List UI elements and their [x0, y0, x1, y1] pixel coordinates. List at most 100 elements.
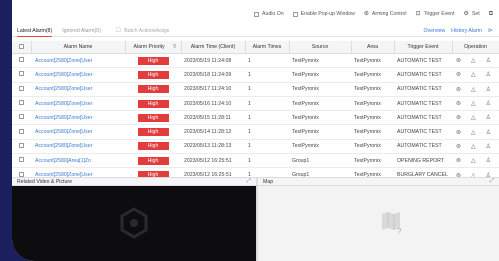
popup-toggle[interactable]: Enable Pop-up Window [292, 11, 355, 17]
popout-button[interactable]: ⧉ [489, 11, 493, 17]
priority-badge: High [137, 128, 169, 137]
overview-link[interactable]: Overview [424, 28, 446, 34]
source-cell: TestPyronix [289, 53, 351, 69]
row-checkbox[interactable] [19, 114, 24, 120]
alarm-name-link[interactable]: Account[2580]Zone[User [31, 139, 125, 155]
col-alarm-priority[interactable]: Alarm Priority ⊽ [125, 41, 182, 54]
set-button[interactable]: ⚙ Set [464, 11, 480, 17]
alarm-name-link[interactable]: Account[2580]Zone[User [31, 110, 125, 126]
handle-alarm-icon[interactable]: ⊚ [456, 71, 465, 78]
handle-alarm-icon[interactable]: ⊚ [456, 100, 465, 107]
alarm-center-window: Audio On Enable Pop-up Window ⊛ Arming C… [12, 0, 499, 261]
alarm-name-link[interactable]: Account[2580]Zone[User [31, 82, 125, 97]
user-alarm-icon[interactable]: ♙ [486, 57, 495, 64]
alarm-times-cell: 1 [245, 67, 289, 83]
forward-alarm-icon[interactable]: △ [471, 57, 480, 64]
priority-badge: High [137, 113, 169, 122]
row-checkbox[interactable] [19, 128, 24, 134]
alarm-times-cell: 1 [245, 153, 289, 169]
area-cell: TestPyronix [351, 53, 394, 69]
handle-alarm-icon[interactable]: ⊚ [456, 114, 465, 121]
row-checkbox[interactable] [19, 100, 24, 106]
popup-checkbox[interactable] [292, 11, 298, 17]
handle-alarm-icon[interactable]: ⊚ [456, 157, 465, 164]
col-area[interactable]: Area [351, 41, 395, 54]
trigger-event-label: Trigger Event [423, 11, 455, 17]
col-source[interactable]: Source [289, 41, 352, 54]
forward-alarm-icon[interactable]: △ [471, 71, 480, 78]
table-row[interactable]: Account[2580]Area[1]Zo High 2023/05/12 16:… [12, 153, 499, 169]
select-all-checkbox[interactable] [18, 43, 24, 49]
forward-alarm-icon[interactable]: △ [471, 157, 480, 164]
priority-badge: High [137, 56, 169, 65]
handle-alarm-icon[interactable]: ⊚ [456, 143, 465, 150]
row-select-cell[interactable] [12, 67, 31, 83]
priority-cell: High [125, 82, 181, 97]
expand-icon[interactable]: ⤢ [490, 178, 494, 185]
priority-cell: High [125, 139, 181, 155]
user-alarm-icon[interactable]: ♙ [486, 129, 495, 136]
user-alarm-icon[interactable]: ♙ [486, 100, 495, 107]
table-row[interactable]: Account[2580]Zone[User High 2023/05/14 11:… [12, 124, 499, 140]
forward-alarm-icon[interactable]: △ [471, 114, 480, 121]
filter-icon[interactable]: ⊽ [173, 44, 177, 50]
audio-on-toggle[interactable]: Audio On [254, 11, 284, 17]
select-all-cell[interactable] [12, 41, 32, 54]
row-select-cell[interactable] [12, 53, 31, 69]
row-checkbox[interactable] [19, 157, 24, 163]
map-header: Map ⤢ [258, 177, 499, 186]
operation-cell: ⊚ △ ♙ [452, 110, 499, 126]
expand-icon[interactable]: ⤢ [247, 178, 251, 185]
operation-cell: ⊚ △ ♙ [452, 124, 499, 140]
row-checkbox[interactable] [19, 171, 24, 177]
forward-alarm-icon[interactable]: △ [471, 100, 480, 107]
alarm-name-link[interactable]: Account[2580]Area[1]Zo [31, 153, 125, 169]
row-select-cell[interactable] [12, 82, 31, 97]
row-checkbox[interactable] [19, 142, 24, 148]
row-select-cell[interactable] [12, 124, 31, 140]
table-row[interactable]: Account[2580]Zone[User High 2023/05/18 11:… [12, 67, 499, 83]
row-checkbox[interactable] [19, 85, 24, 91]
user-alarm-icon[interactable]: ♙ [486, 86, 495, 93]
row-select-cell[interactable] [12, 153, 31, 169]
trigger-event-button[interactable]: ⊡ Trigger Event [416, 11, 455, 17]
table-row[interactable]: Account[2580]Zone[User High 2023/05/19 11:… [12, 53, 499, 69]
filter-icon[interactable]: ⊳ [488, 28, 493, 34]
forward-alarm-icon[interactable]: △ [471, 143, 480, 150]
user-alarm-icon[interactable]: ♙ [486, 71, 495, 78]
user-alarm-icon[interactable]: ♙ [486, 157, 495, 164]
handle-alarm-icon[interactable]: ⊚ [456, 129, 465, 136]
trigger-event-cell: AUTOMATIC TEST [394, 53, 452, 69]
table-row[interactable]: Account[2580]Zone[User High 2023/05/16 11:… [12, 96, 499, 112]
tab-ignored-alarm[interactable]: Ignored Alarm(0) [57, 25, 106, 37]
alarm-name-link[interactable]: Account[2580]Zone[User [31, 96, 125, 112]
handle-alarm-icon[interactable]: ⊚ [456, 86, 465, 93]
row-checkbox[interactable] [19, 57, 24, 63]
row-checkbox[interactable] [19, 71, 24, 77]
col-alarm-times[interactable]: Alarm Times [245, 41, 290, 54]
tab-latest-alarm[interactable]: Latest Alarm(8) [12, 25, 57, 38]
col-alarm-name[interactable]: Alarm Name [31, 41, 126, 54]
row-select-cell[interactable] [12, 96, 31, 112]
table-row[interactable]: Account[2580]Zone[User High 2023/05/13 11:… [12, 139, 499, 155]
table-row[interactable]: Account[2580]Zone[User High 2023/05/17 11:… [12, 82, 499, 97]
forward-alarm-icon[interactable]: △ [471, 129, 480, 136]
source-cell: TestPyronix [289, 96, 351, 112]
handle-alarm-icon[interactable]: ⊚ [456, 57, 465, 64]
alarm-name-link[interactable]: Account[2580]Zone[User [31, 67, 125, 83]
arming-control-button[interactable]: ⊛ Arming Control [364, 11, 407, 17]
user-alarm-icon[interactable]: ♙ [486, 114, 495, 121]
forward-alarm-icon[interactable]: △ [471, 86, 480, 93]
user-alarm-icon[interactable]: ♙ [486, 143, 495, 150]
row-select-cell[interactable] [12, 110, 31, 126]
priority-badge: High [137, 99, 169, 108]
history-alarm-link[interactable]: History Alarm [451, 28, 482, 34]
alarm-name-link[interactable]: Account[2580]Zone[User [31, 124, 125, 140]
col-trigger-event[interactable]: Trigger Event [394, 41, 453, 54]
row-select-cell[interactable] [12, 139, 31, 155]
table-row[interactable]: Account[2580]Zone[User High 2023/05/15 11:… [12, 110, 499, 126]
batch-acknowledge-button[interactable]: ☐ Batch Acknowledge [116, 28, 170, 34]
alarm-name-link[interactable]: Account[2580]Zone[User [31, 53, 125, 69]
col-alarm-time[interactable]: Alarm Time (Client) [181, 41, 246, 54]
audio-on-checkbox[interactable] [254, 11, 260, 17]
